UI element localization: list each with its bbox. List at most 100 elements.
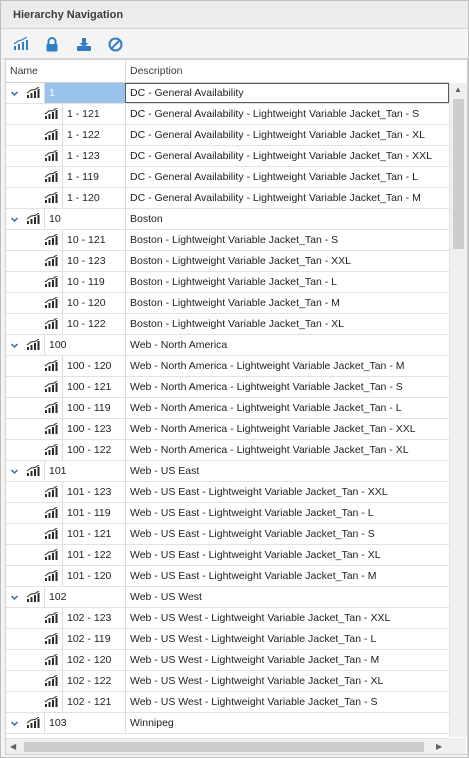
node-name: 10 - 123 xyxy=(62,251,125,271)
tree-child-row[interactable]: 10 - 122 Boston - Lightweight Variable Ja… xyxy=(6,314,449,335)
node-description: Web - US East - Lightweight Variable Jac… xyxy=(125,482,449,502)
hierarchy-level-icon xyxy=(26,87,40,98)
hierarchy-level-icon xyxy=(44,129,58,140)
node-description: Web - North America - Lightweight Variab… xyxy=(125,398,449,418)
tree-child-row[interactable]: 1 - 122 DC - General Availability - Light… xyxy=(6,125,449,146)
tree-child-row[interactable]: 1 - 119 DC - General Availability - Light… xyxy=(6,167,449,188)
vertical-scroll-thumb[interactable] xyxy=(453,99,464,249)
hierarchy-level-icon xyxy=(44,234,58,245)
tree-child-row[interactable]: 100 - 119 Web - North America - Lightweig… xyxy=(6,398,449,419)
tree-child-row[interactable]: 1 - 121 DC - General Availability - Light… xyxy=(6,104,449,125)
tree-child-row[interactable]: 1 - 123 DC - General Availability - Light… xyxy=(6,146,449,167)
node-name: 101 - 120 xyxy=(62,566,125,586)
hierarchy-button[interactable] xyxy=(11,34,31,54)
hierarchy-icon xyxy=(13,37,28,50)
hierarchy-level-icon xyxy=(44,444,58,455)
node-name: 1 - 122 xyxy=(62,125,125,145)
tree-child-row[interactable]: 10 - 119 Boston - Lightweight Variable Ja… xyxy=(6,272,449,293)
tree-group-row[interactable]: 100 Web - North America xyxy=(6,335,449,356)
tree-child-row[interactable]: 102 - 120 Web - US West - Lightweight Var… xyxy=(6,650,449,671)
cancel-button[interactable] xyxy=(105,34,125,54)
node-name: 1 xyxy=(44,83,125,103)
node-name: 101 xyxy=(44,461,125,481)
hierarchy-level-icon xyxy=(44,633,58,644)
chevron-down-icon[interactable] xyxy=(10,89,19,98)
node-description: Boston xyxy=(125,209,449,229)
hierarchy-level-icon xyxy=(26,339,40,350)
horizontal-scroll-thumb[interactable] xyxy=(24,742,424,752)
scroll-right-icon[interactable]: ▶ xyxy=(436,743,442,751)
tree-group-row[interactable]: 102 Web - US West xyxy=(6,587,449,608)
tree-child-row[interactable]: 10 - 123 Boston - Lightweight Variable Ja… xyxy=(6,251,449,272)
tree-group-row[interactable]: 1 DC - General Availability xyxy=(6,83,449,104)
hierarchy-level-icon xyxy=(44,402,58,413)
node-name: 102 - 119 xyxy=(62,629,125,649)
tree-child-row[interactable]: 101 - 123 Web - US East - Lightweight Var… xyxy=(6,482,449,503)
tree-group-row[interactable]: 101 Web - US East xyxy=(6,461,449,482)
tree-child-row[interactable]: 1 - 120 DC - General Availability - Light… xyxy=(6,188,449,209)
grid-header: Name Description xyxy=(6,60,449,83)
tree-child-row[interactable]: 102 - 122 Web - US West - Lightweight Var… xyxy=(6,671,449,692)
hierarchy-level-icon xyxy=(44,192,58,203)
node-name: 10 - 122 xyxy=(62,314,125,334)
node-description: Web - North America - Lightweight Variab… xyxy=(125,356,449,376)
node-description: DC - General Availability xyxy=(125,83,449,103)
tree-child-row[interactable]: 10 - 121 Boston - Lightweight Variable Ja… xyxy=(6,230,449,251)
hierarchy-level-icon xyxy=(26,465,40,476)
tree-child-row[interactable]: 100 - 120 Web - North America - Lightweig… xyxy=(6,356,449,377)
chevron-down-icon[interactable] xyxy=(10,341,19,350)
tree-child-row[interactable]: 102 - 119 Web - US West - Lightweight Var… xyxy=(6,629,449,650)
node-name: 1 - 121 xyxy=(62,104,125,124)
chevron-down-icon[interactable] xyxy=(10,215,19,224)
tree-child-row[interactable]: 101 - 121 Web - US East - Lightweight Var… xyxy=(6,524,449,545)
tree-child-row[interactable]: 100 - 122 Web - North America - Lightweig… xyxy=(6,440,449,461)
import-button[interactable] xyxy=(74,34,94,54)
hierarchy-level-icon xyxy=(44,381,58,392)
chevron-down-icon[interactable] xyxy=(10,719,19,728)
tree-child-row[interactable]: 101 - 120 Web - US East - Lightweight Var… xyxy=(6,566,449,587)
scroll-up-icon[interactable]: ▲ xyxy=(454,86,462,94)
vertical-scrollbar[interactable]: ▲ xyxy=(449,83,467,737)
node-name: 1 - 123 xyxy=(62,146,125,166)
node-description: Web - US West xyxy=(125,587,449,607)
node-name: 102 - 120 xyxy=(62,650,125,670)
node-name: 102 - 122 xyxy=(62,671,125,691)
hierarchy-level-icon xyxy=(44,276,58,287)
node-name: 102 - 123 xyxy=(62,608,125,628)
node-description: Web - US West - Lightweight Variable Jac… xyxy=(125,650,449,670)
tree-child-row[interactable]: 102 - 121 Web - US West - Lightweight Var… xyxy=(6,692,449,713)
node-name: 101 - 122 xyxy=(62,545,125,565)
node-name: 101 - 119 xyxy=(62,503,125,523)
tree-child-row[interactable]: 101 - 122 Web - US East - Lightweight Var… xyxy=(6,545,449,566)
tree-child-row[interactable]: 100 - 123 Web - North America - Lightweig… xyxy=(6,419,449,440)
node-description: Winnipeg xyxy=(125,713,449,733)
hierarchy-level-icon xyxy=(44,150,58,161)
horizontal-scrollbar[interactable]: ◀ ▶ xyxy=(6,738,449,754)
node-name: 100 xyxy=(44,335,125,355)
chevron-down-icon[interactable] xyxy=(10,467,19,476)
node-description: Boston - Lightweight Variable Jacket_Tan… xyxy=(125,314,449,334)
node-name: 1 - 119 xyxy=(62,167,125,187)
node-description: Boston - Lightweight Variable Jacket_Tan… xyxy=(125,230,449,250)
tree-group-row[interactable]: 10 Boston xyxy=(6,209,449,230)
tree-child-row[interactable]: 100 - 121 Web - North America - Lightweig… xyxy=(6,377,449,398)
tree-child-row[interactable]: 10 - 120 Boston - Lightweight Variable Ja… xyxy=(6,293,449,314)
panel-title: Hierarchy Navigation xyxy=(1,1,468,29)
node-name: 1 - 120 xyxy=(62,188,125,208)
column-header-name[interactable]: Name xyxy=(6,60,125,82)
hierarchy-level-icon xyxy=(44,360,58,371)
chevron-down-icon[interactable] xyxy=(10,593,19,602)
hierarchy-level-icon xyxy=(44,171,58,182)
tree-child-row[interactable]: 101 - 119 Web - US East - Lightweight Var… xyxy=(6,503,449,524)
node-description: DC - General Availability - Lightweight … xyxy=(125,104,449,124)
hierarchy-level-icon xyxy=(44,612,58,623)
lock-button[interactable] xyxy=(42,34,62,54)
node-description: Web - US East - Lightweight Variable Jac… xyxy=(125,566,449,586)
tree-child-row[interactable]: 102 - 123 Web - US West - Lightweight Var… xyxy=(6,608,449,629)
column-header-description[interactable]: Description xyxy=(126,60,449,82)
node-description: Web - US West - Lightweight Variable Jac… xyxy=(125,608,449,628)
node-description: Web - US West - Lightweight Variable Jac… xyxy=(125,629,449,649)
node-name: 101 - 123 xyxy=(62,482,125,502)
scroll-left-icon[interactable]: ◀ xyxy=(10,743,16,751)
tree-group-row[interactable]: 103 Winnipeg xyxy=(6,713,449,734)
